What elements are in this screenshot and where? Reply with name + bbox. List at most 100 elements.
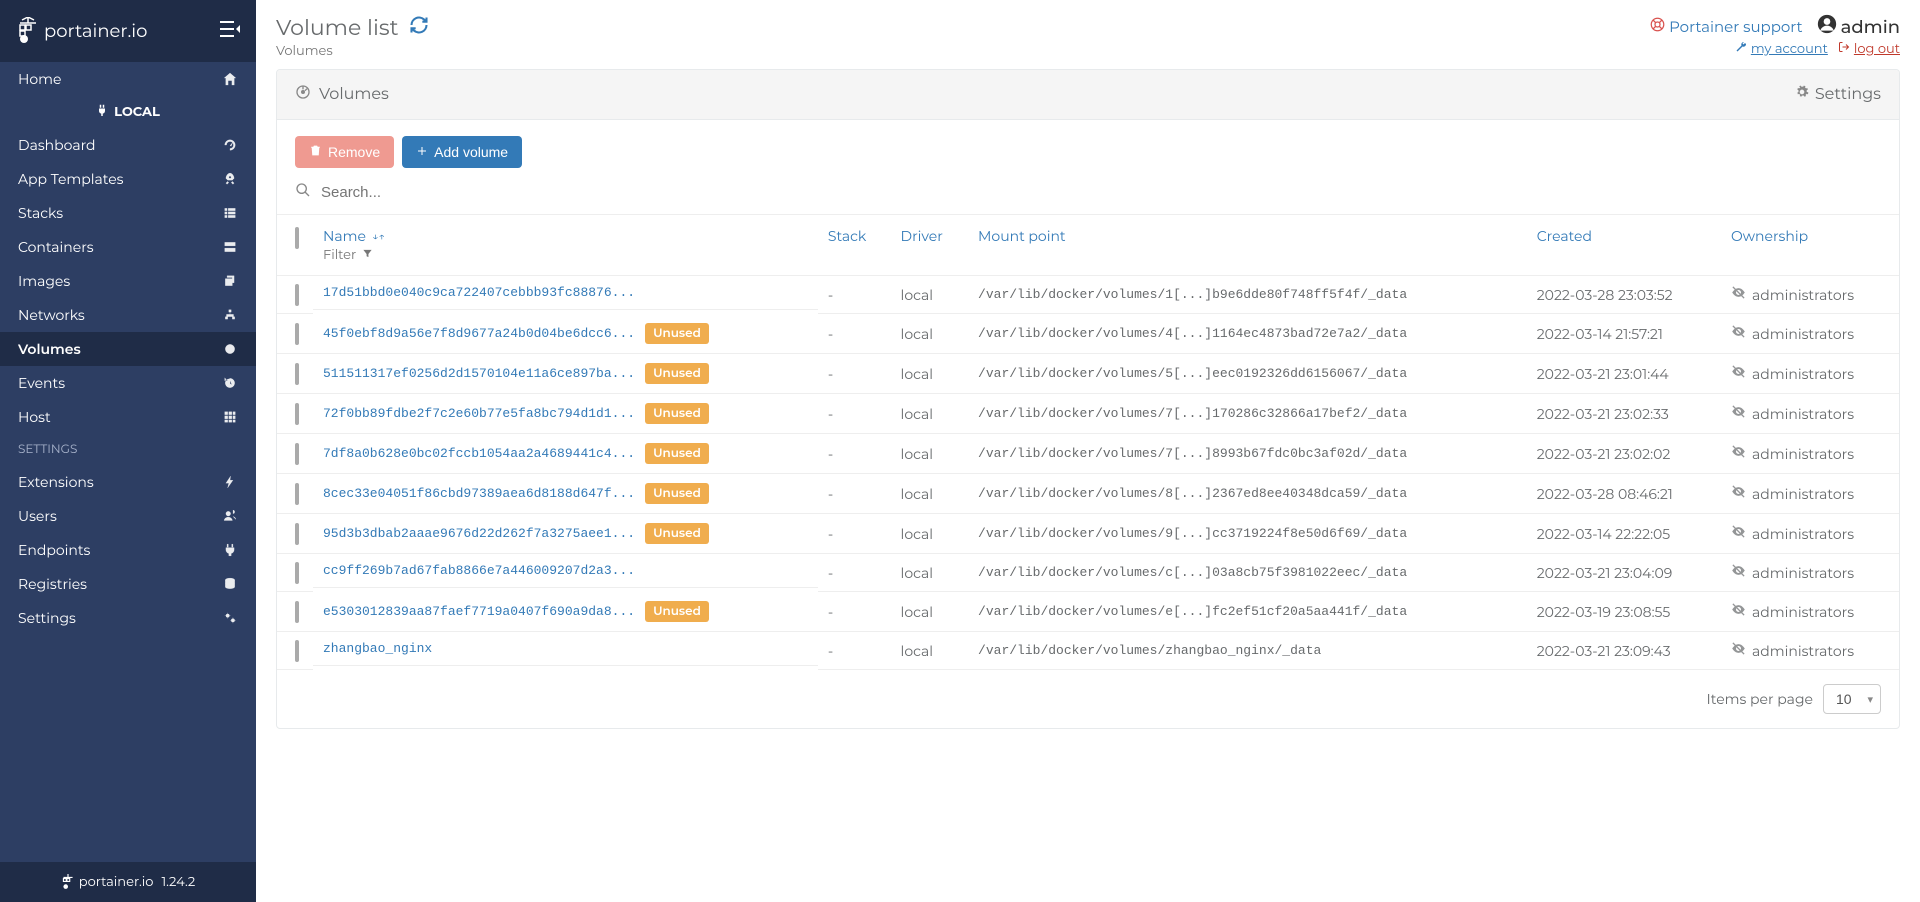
panel-settings-button[interactable]: Settings bbox=[1795, 85, 1881, 104]
items-per-page-select[interactable]: 10 bbox=[1823, 684, 1881, 714]
ownership-cell: administrators bbox=[1731, 364, 1889, 383]
sidebar-item-networks[interactable]: Networks bbox=[0, 298, 256, 332]
row-checkbox[interactable] bbox=[295, 523, 299, 545]
sidebar-item-endpoints[interactable]: Endpoints bbox=[0, 533, 256, 567]
row-checkbox[interactable] bbox=[295, 363, 299, 385]
driver-cell: local bbox=[891, 474, 969, 514]
database-icon bbox=[222, 577, 238, 591]
bolt-icon bbox=[222, 475, 238, 489]
sidebar-nav: Home LOCAL Dashboard App Templates StacksC… bbox=[0, 62, 256, 862]
table-row: e5303012839aa87faef7719a0407f690a9da8...… bbox=[277, 592, 1899, 632]
created-cell: 2022-03-28 23:03:52 bbox=[1527, 276, 1721, 314]
volume-name-link[interactable]: 511511317ef0256d2d1570104e11a6ce897ba... bbox=[323, 366, 635, 381]
sidebar-item-dashboard[interactable]: Dashboard bbox=[0, 128, 256, 162]
volume-name-link[interactable]: 17d51bbd0e040c9ca722407cebbb93fc88876... bbox=[323, 285, 635, 300]
column-created[interactable]: Created bbox=[1527, 215, 1721, 276]
filter-button[interactable]: Filter bbox=[323, 247, 808, 263]
cogs-icon bbox=[222, 611, 238, 625]
volume-name-link[interactable]: cc9ff269b7ad67fab8866e7a446009207d2a3... bbox=[323, 563, 635, 578]
home-icon bbox=[222, 72, 238, 86]
add-volume-button[interactable]: Add volume bbox=[402, 136, 522, 168]
ownership-cell: administrators bbox=[1731, 641, 1889, 660]
clone-icon bbox=[222, 274, 238, 288]
row-checkbox[interactable] bbox=[295, 640, 299, 662]
volumes-table: Name↓↑ Filter Stack Driver Mount point C… bbox=[277, 214, 1899, 670]
table-footer: Items per page 10 bbox=[277, 670, 1899, 728]
sidebar-item-home[interactable]: Home bbox=[0, 62, 256, 96]
logo[interactable]: portainer.io bbox=[16, 17, 147, 45]
my-account-link[interactable]: my account bbox=[1735, 41, 1828, 57]
th-icon bbox=[222, 410, 238, 424]
column-stack[interactable]: Stack bbox=[818, 215, 891, 276]
wrench-icon bbox=[1735, 41, 1747, 57]
mount-cell: /var/lib/docker/volumes/5[...]eec0192326… bbox=[968, 354, 1527, 394]
row-checkbox[interactable] bbox=[295, 403, 299, 425]
sidebar-item-volumes[interactable]: Volumes bbox=[0, 332, 256, 366]
mount-cell: /var/lib/docker/volumes/7[...]170286c328… bbox=[968, 394, 1527, 434]
created-cell: 2022-03-14 22:22:05 bbox=[1527, 514, 1721, 554]
support-link[interactable]: Portainer support bbox=[1650, 17, 1803, 36]
sidebar-settings-header: SETTINGS bbox=[0, 434, 256, 465]
volume-name-link[interactable]: e5303012839aa87faef7719a0407f690a9da8... bbox=[323, 604, 635, 619]
sidebar-item-label: Registries bbox=[18, 575, 87, 593]
ownership-cell: administrators bbox=[1731, 602, 1889, 621]
sidebar-header: portainer.io bbox=[0, 0, 256, 62]
search-input[interactable] bbox=[321, 184, 1881, 201]
volumes-panel: Volumes Settings Remove Add volume bbox=[276, 69, 1900, 729]
stack-cell: - bbox=[818, 314, 891, 354]
sidebar-item-settings[interactable]: Settings bbox=[0, 601, 256, 635]
column-ownership[interactable]: Ownership bbox=[1721, 215, 1899, 276]
page-header: Volume list Volumes Portainer support ad… bbox=[256, 0, 1920, 69]
sidebar-toggle-icon[interactable] bbox=[220, 21, 240, 41]
sidebar-item-app-templates[interactable]: App Templates bbox=[0, 162, 256, 196]
column-driver[interactable]: Driver bbox=[891, 215, 969, 276]
volume-name-link[interactable]: 8cec33e04051f86cbd97389aea6d8188d647f... bbox=[323, 486, 635, 501]
remove-button[interactable]: Remove bbox=[295, 136, 394, 168]
plus-icon bbox=[416, 144, 428, 160]
breadcrumb: Volumes bbox=[276, 43, 429, 59]
sidebar-item-registries[interactable]: Registries bbox=[0, 567, 256, 601]
driver-cell: local bbox=[891, 394, 969, 434]
main: Volume list Volumes Portainer support ad… bbox=[256, 0, 1920, 902]
stack-cell: - bbox=[818, 276, 891, 314]
created-cell: 2022-03-28 08:46:21 bbox=[1527, 474, 1721, 514]
column-name[interactable]: Name↓↑ Filter bbox=[313, 215, 818, 276]
ownership-cell: administrators bbox=[1731, 524, 1889, 543]
row-checkbox[interactable] bbox=[295, 562, 299, 584]
row-checkbox[interactable] bbox=[295, 284, 299, 306]
sidebar-item-extensions[interactable]: Extensions bbox=[0, 465, 256, 499]
sidebar-item-stacks[interactable]: Stacks bbox=[0, 196, 256, 230]
sidebar-item-label: Volumes bbox=[18, 340, 81, 358]
mount-cell: /var/lib/docker/volumes/9[...]cc3719224f… bbox=[968, 514, 1527, 554]
row-checkbox[interactable] bbox=[295, 443, 299, 465]
ownership-cell: administrators bbox=[1731, 563, 1889, 582]
created-cell: 2022-03-14 21:57:21 bbox=[1527, 314, 1721, 354]
sidebar-item-images[interactable]: Images bbox=[0, 264, 256, 298]
eye-off-icon bbox=[1731, 641, 1746, 660]
column-mount[interactable]: Mount point bbox=[968, 215, 1527, 276]
logout-link[interactable]: log out bbox=[1838, 41, 1900, 57]
sidebar-item-containers[interactable]: Containers bbox=[0, 230, 256, 264]
eye-off-icon bbox=[1731, 444, 1746, 463]
volume-name-link[interactable]: 45f0ebf8d9a56e7f8d9677a24b0d04be6dcc6... bbox=[323, 326, 635, 341]
volume-name-link[interactable]: zhangbao_nginx bbox=[323, 641, 432, 656]
sidebar-item-label: App Templates bbox=[18, 170, 124, 188]
select-all-checkbox[interactable] bbox=[295, 227, 299, 249]
volume-name-link[interactable]: 72f0bb89fdbe2f7c2e60b77e5fa8bc794d1d1... bbox=[323, 406, 635, 421]
portainer-logo-small-icon bbox=[61, 874, 75, 890]
sidebar-item-users[interactable]: Users bbox=[0, 499, 256, 533]
row-checkbox[interactable] bbox=[295, 601, 299, 623]
volume-name-link[interactable]: 95d3b3dbab2aaae9676d22d262f7a3275aee1... bbox=[323, 526, 635, 541]
sidebar-section-local: LOCAL bbox=[0, 96, 256, 128]
sidebar-item-host[interactable]: Host bbox=[0, 400, 256, 434]
sidebar-item-events[interactable]: Events bbox=[0, 366, 256, 400]
panel-title-text: Volumes bbox=[319, 85, 389, 104]
ownership-cell: administrators bbox=[1731, 285, 1889, 304]
volume-name-link[interactable]: 7df8a0b628e0bc02fccb1054aa2a4689441c4... bbox=[323, 446, 635, 461]
refresh-icon[interactable] bbox=[409, 14, 429, 41]
created-cell: 2022-03-19 23:08:55 bbox=[1527, 592, 1721, 632]
version-label: 1.24.2 bbox=[161, 874, 195, 890]
row-checkbox[interactable] bbox=[295, 483, 299, 505]
hdd-icon bbox=[295, 84, 311, 105]
row-checkbox[interactable] bbox=[295, 323, 299, 345]
